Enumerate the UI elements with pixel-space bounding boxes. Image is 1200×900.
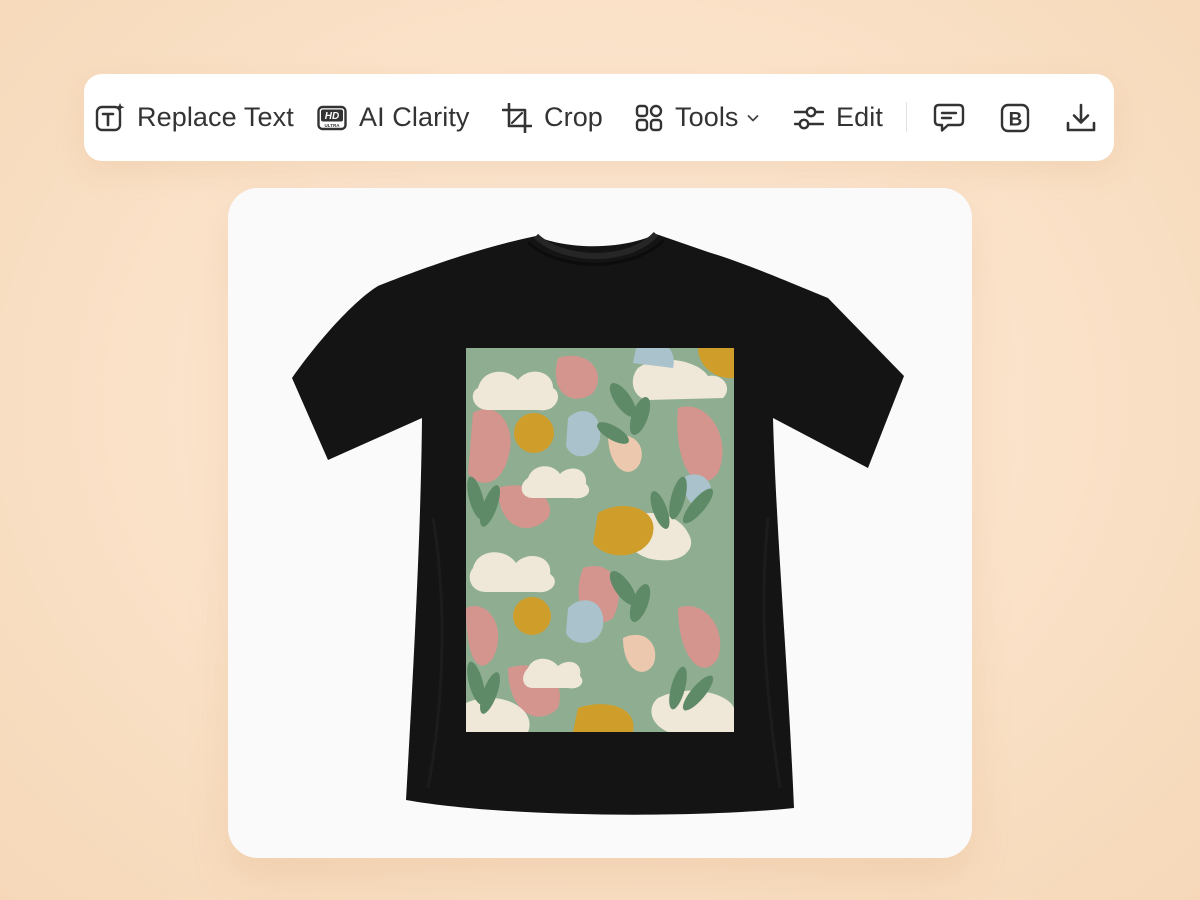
edit-button[interactable]: Edit [794, 74, 883, 161]
tools-label: Tools [675, 102, 739, 132]
crop-label: Crop [544, 102, 603, 132]
hd-ultra-icon: HD ULTRA [317, 105, 347, 131]
camo-print [466, 348, 734, 732]
tshirt-mockup-image [292, 231, 904, 815]
replace-text-button[interactable]: Replace Text [95, 74, 294, 161]
crop-button[interactable]: Crop [502, 74, 603, 161]
download-icon [1066, 103, 1096, 133]
ai-clarity-button[interactable]: HD ULTRA AI Clarity [317, 74, 470, 161]
replace-text-label: Replace Text [137, 102, 294, 132]
crop-icon [502, 102, 532, 133]
svg-text:ULTRA: ULTRA [325, 123, 341, 128]
edit-label: Edit [836, 102, 883, 132]
comment-button[interactable] [933, 74, 965, 161]
download-button[interactable] [1066, 74, 1096, 161]
grid-tools-icon [635, 104, 663, 132]
bold-b-icon: B [1000, 103, 1030, 133]
image-preview-card [228, 188, 972, 858]
toolbar-divider [906, 102, 907, 132]
chevron-down-icon [747, 113, 759, 123]
tools-dropdown[interactable]: Tools [635, 74, 759, 161]
image-toolbar: Replace Text HD ULTRA AI Clarity Crop To… [84, 74, 1114, 161]
svg-text:HD: HD [325, 111, 339, 122]
ai-clarity-label: AI Clarity [359, 102, 470, 132]
svg-text:B: B [1009, 109, 1023, 130]
replace-text-icon [95, 102, 125, 133]
bold-button[interactable]: B [1000, 74, 1030, 161]
comment-icon [933, 102, 965, 134]
sliders-icon [794, 105, 824, 131]
